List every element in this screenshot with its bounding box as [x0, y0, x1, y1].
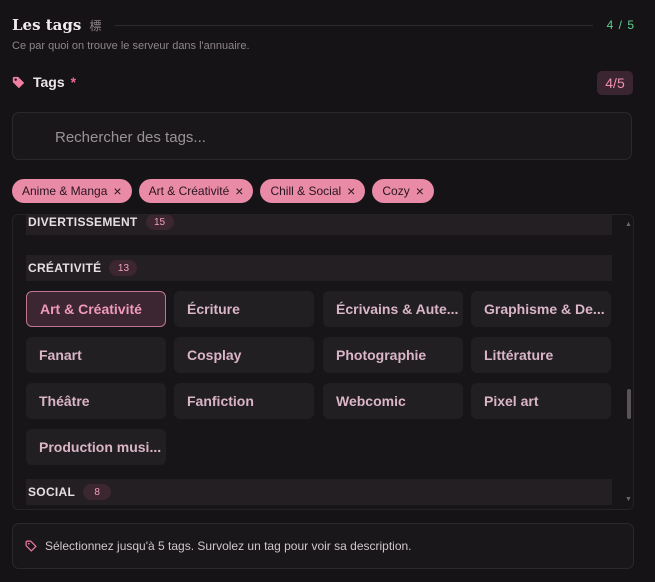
tags-count-badge: 4/5	[597, 71, 633, 95]
tag-category-list[interactable]: DIVERTISSEMENT 15 CRÉATIVITÉ 13 Art & Cr…	[12, 214, 634, 510]
category-count-badge: 13	[109, 260, 138, 276]
tag-option[interactable]: Théâtre	[26, 383, 166, 419]
tag-option[interactable]: Fanart	[26, 337, 166, 373]
tag-option[interactable]: Littérature	[471, 337, 611, 373]
selected-tag-chip[interactable]: Chill & Social ×	[260, 179, 366, 203]
chip-label: Art & Créativité	[148, 184, 230, 198]
chip-label: Cozy	[382, 184, 410, 198]
section-title: Les tags	[12, 16, 82, 34]
info-text: Sélectionnez jusqu'à 5 tags. Survolez un…	[45, 539, 412, 553]
header-divider	[115, 24, 593, 26]
tag-option[interactable]: Pixel art	[471, 383, 611, 419]
tag-option[interactable]: Écriture	[174, 291, 314, 327]
tag-option[interactable]: Cosplay	[174, 337, 314, 373]
selected-tags: Anime & Manga × Art & Créativité × Chill &…	[12, 179, 434, 203]
info-hint: Sélectionnez jusqu'à 5 tags. Survolez un…	[12, 523, 634, 569]
tags-label-text: Tags	[33, 74, 65, 90]
scrollbar[interactable]	[626, 225, 632, 501]
tag-icon	[12, 76, 25, 88]
tags-field-label: Tags *	[12, 74, 76, 90]
tag-search-box[interactable]	[12, 112, 632, 161]
tag-option[interactable]: Photographie	[323, 337, 463, 373]
tag-search-input[interactable]	[53, 113, 617, 161]
selected-tag-chip[interactable]: Cozy ×	[372, 179, 434, 203]
chip-label: Anime & Manga	[22, 184, 108, 198]
category-count-badge: 8	[83, 484, 112, 500]
tag-option[interactable]: Webcomic	[323, 383, 463, 419]
remove-chip-icon[interactable]: ×	[235, 184, 243, 198]
category-count-badge: 15	[145, 215, 174, 230]
category-header-social: SOCIAL 8	[26, 479, 612, 505]
section-header: Les tags 標 4 / 5	[12, 14, 635, 36]
remove-chip-icon[interactable]: ×	[347, 184, 355, 198]
remove-chip-icon[interactable]: ×	[113, 184, 121, 198]
chip-label: Chill & Social	[270, 184, 342, 198]
selected-tag-chip[interactable]: Art & Créativité ×	[138, 179, 254, 203]
tag-option[interactable]: Écrivains & Aute...	[323, 291, 463, 327]
category-header-creativite: CRÉATIVITÉ 13	[26, 255, 612, 281]
category-name: SOCIAL	[28, 485, 76, 499]
scroll-down-icon[interactable]: ▼	[625, 496, 632, 503]
remove-chip-icon[interactable]: ×	[416, 184, 424, 198]
tag-option[interactable]: Production musi...	[26, 429, 166, 465]
scrollbar-thumb[interactable]	[627, 389, 631, 419]
section-badge-glyph: 標	[89, 18, 102, 33]
category-header-divertissement: DIVERTISSEMENT 15	[26, 215, 612, 235]
section-subtitle: Ce par quoi on trouve le serveur dans l'…	[12, 40, 250, 52]
category-name: DIVERTISSEMENT	[28, 215, 138, 229]
tag-icon	[25, 540, 37, 552]
required-mark: *	[70, 74, 77, 90]
category-name: CRÉATIVITÉ	[28, 261, 102, 275]
tag-option[interactable]: Graphisme & De...	[471, 291, 611, 327]
tag-option[interactable]: Fanfiction	[174, 383, 314, 419]
selected-tag-chip[interactable]: Anime & Manga ×	[12, 179, 132, 203]
tag-option-selected[interactable]: Art & Créativité	[26, 291, 166, 327]
section-progress-count: 4 / 5	[606, 18, 635, 32]
